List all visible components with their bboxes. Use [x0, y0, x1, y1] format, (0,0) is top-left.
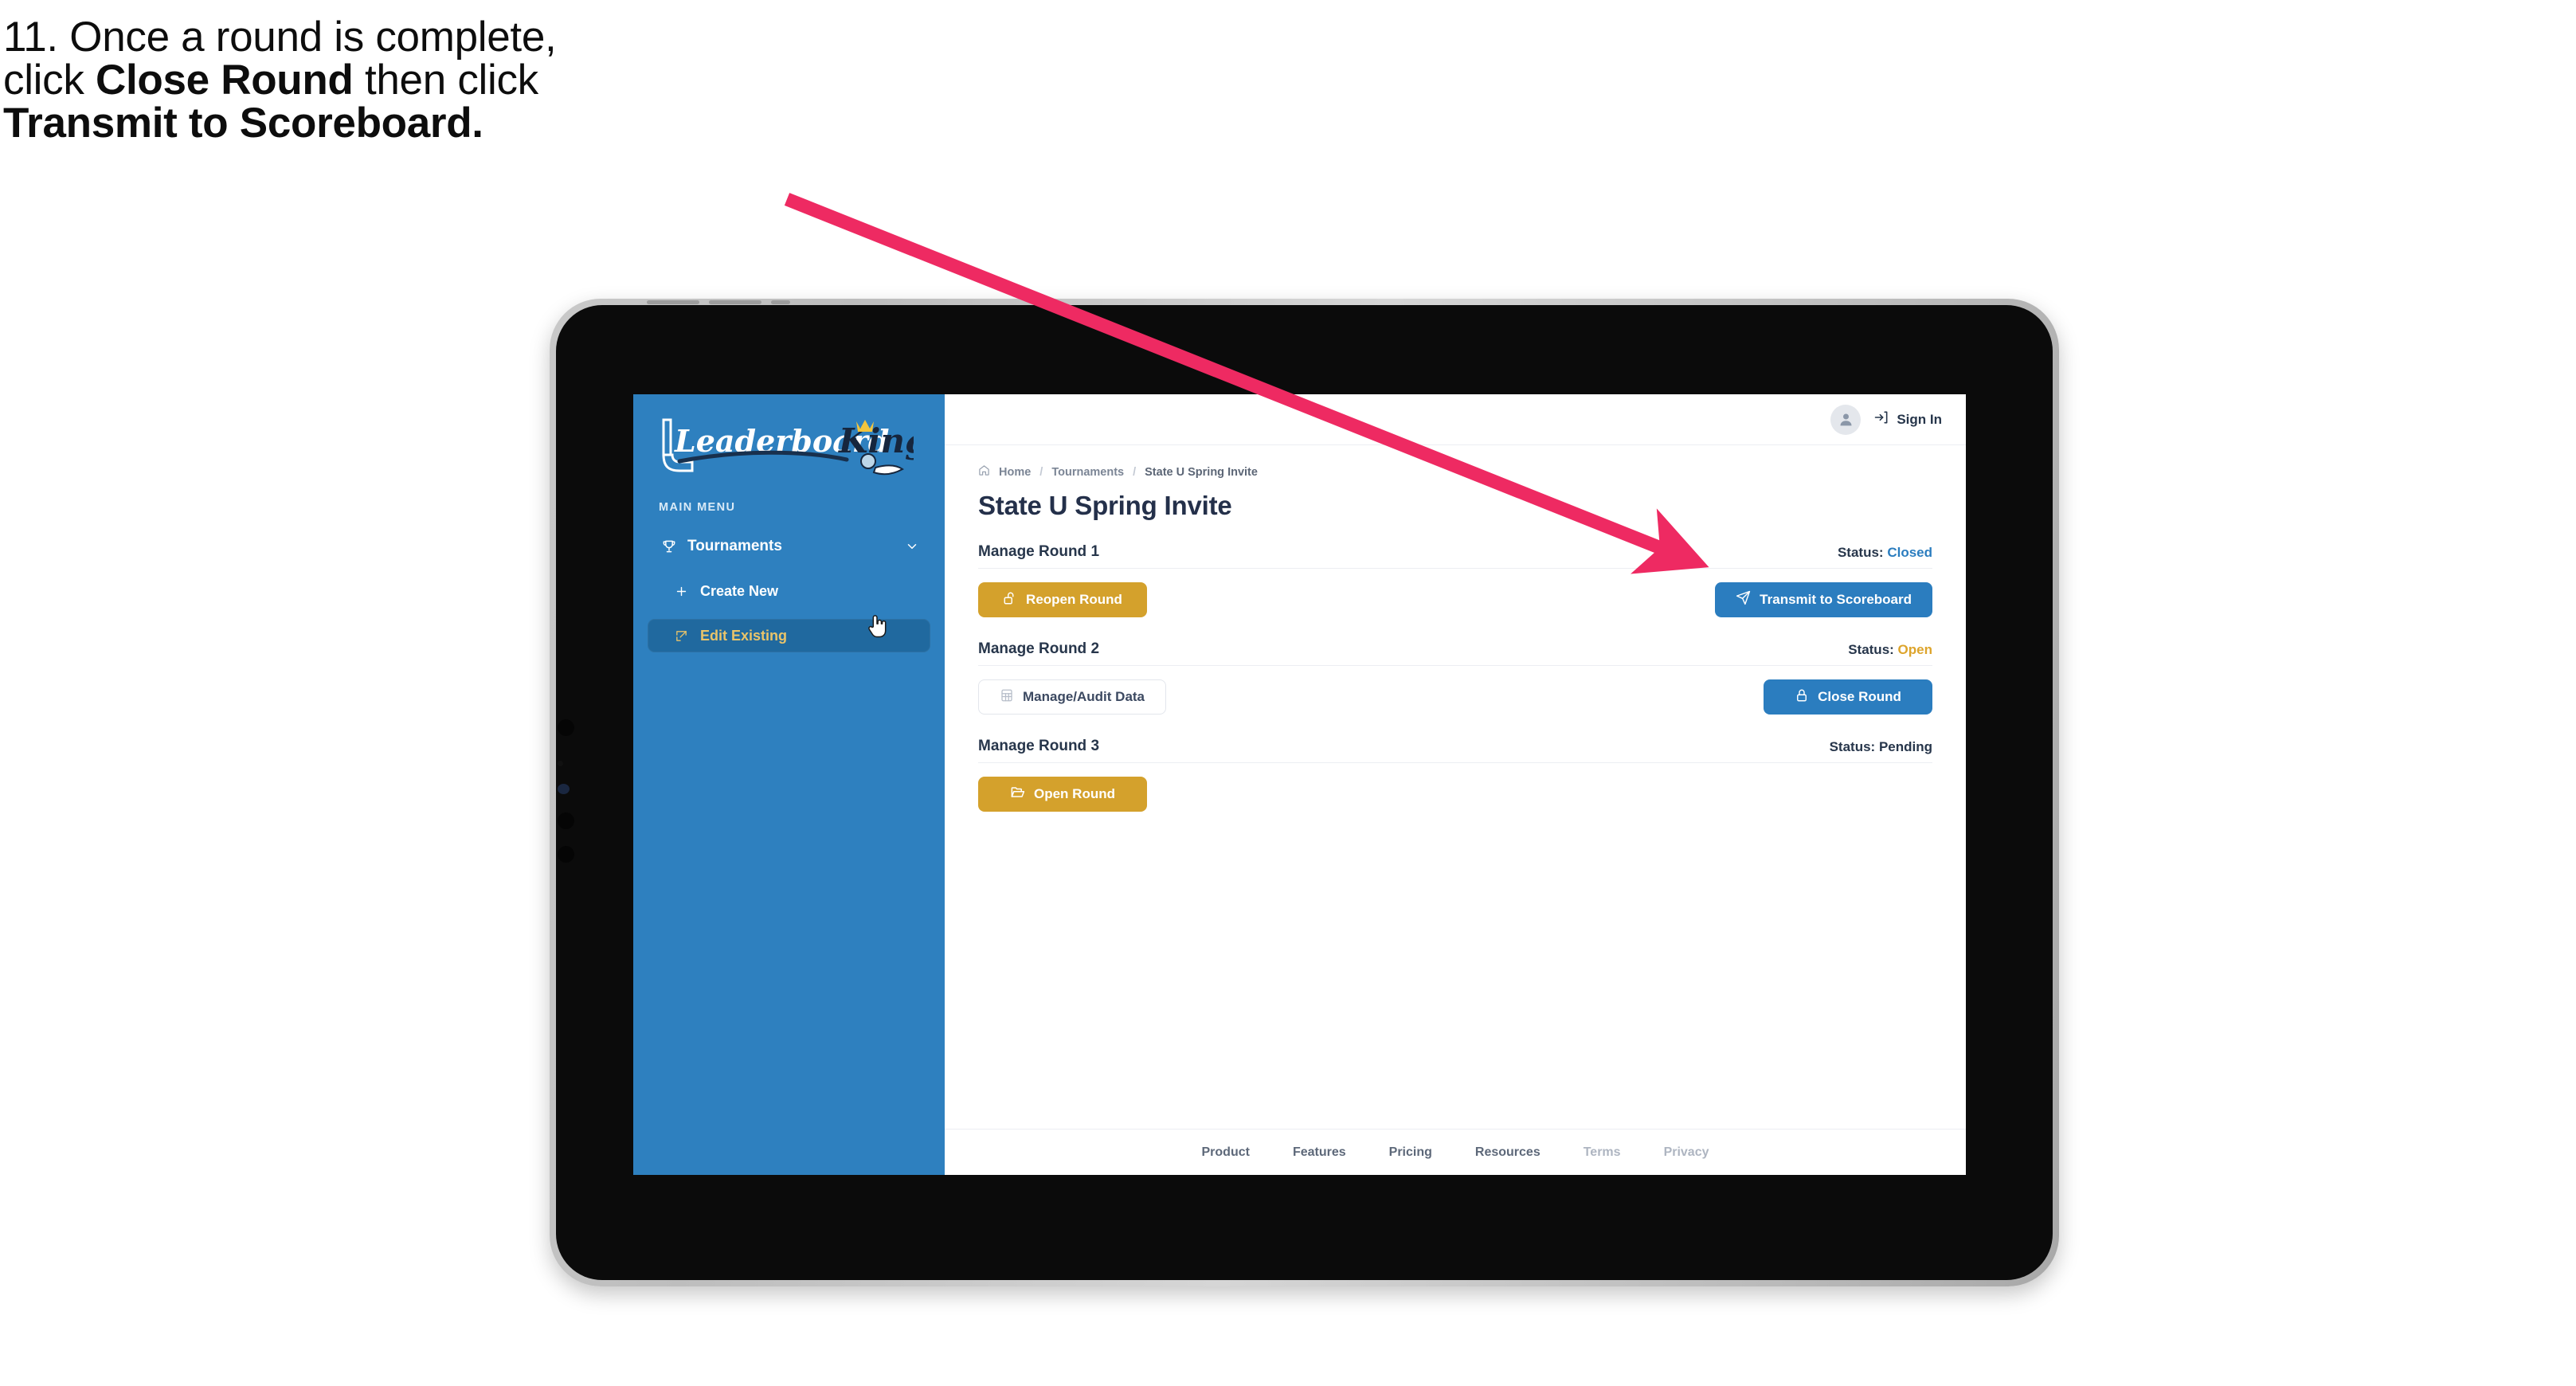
round-actions: Manage/Audit Data Close Round [978, 679, 1932, 715]
footer-link-product[interactable]: Product [1202, 1145, 1250, 1160]
breadcrumb-item-tournaments[interactable]: Tournaments [1051, 466, 1124, 479]
home-icon[interactable] [978, 464, 990, 480]
caption-line-2-post: then click [353, 57, 538, 104]
caption-line-2: click Close Round then click [3, 59, 848, 102]
round-header: Manage Round 2 Status: Open [978, 640, 1932, 666]
sidebar-item-create-new[interactable]: Create New [648, 574, 930, 608]
sidebar-item-label: Create New [700, 582, 779, 599]
sidebar-section-label: MAIN MENU [659, 501, 736, 514]
round-section-3: Manage Round 3 Status: Pending Open Roun… [978, 738, 1932, 812]
trophy-icon [659, 537, 679, 556]
leaderboard-king-logo-icon: Leaderboard King [662, 418, 914, 476]
svg-text:King: King [838, 421, 914, 460]
main-content: Sign In Home / Tournaments / State U Spr… [945, 394, 1966, 1175]
button-label: Reopen Round [1026, 592, 1122, 607]
folder-open-icon [1010, 785, 1025, 804]
plus-icon [671, 582, 691, 600]
round-status: Status: Pending [1830, 739, 1932, 755]
button-label: Open Round [1034, 786, 1115, 801]
tablet-camera-dot [558, 719, 574, 736]
sign-in-label: Sign In [1897, 411, 1942, 427]
footer-link-terms[interactable]: Terms [1584, 1145, 1621, 1160]
tablet-camera-dot [558, 812, 574, 829]
top-bar: Sign In [945, 394, 1966, 445]
tablet-sensor-dot [558, 761, 563, 766]
round-title: Manage Round 2 [978, 640, 1100, 657]
status-value: Pending [1878, 739, 1932, 754]
round-title: Manage Round 1 [978, 543, 1100, 560]
caption-line-1: 11. Once a round is complete, [3, 14, 557, 61]
tablet-speaker-slit [709, 300, 761, 304]
status-label: Status: [1829, 739, 1876, 754]
breadcrumb-separator: / [1039, 465, 1043, 479]
app-screen: Leaderboard King MAIN MENU [633, 394, 1966, 1175]
footer-link-privacy[interactable]: Privacy [1664, 1145, 1709, 1160]
sidebar-item-edit-existing[interactable]: Edit Existing [648, 619, 930, 652]
round-section-2: Manage Round 2 Status: Open Manage/Audit… [978, 640, 1932, 715]
round-header: Manage Round 1 Status: Closed [978, 543, 1932, 569]
sign-in-arrow-icon [1873, 409, 1889, 429]
edit-square-icon [671, 627, 691, 644]
footer-link-pricing[interactable]: Pricing [1389, 1145, 1432, 1160]
button-label: Transmit to Scoreboard [1760, 592, 1912, 607]
footer-link-features[interactable]: Features [1293, 1145, 1346, 1160]
tablet-speaker-slit [647, 300, 699, 304]
table-grid-icon [1000, 688, 1014, 707]
user-avatar-icon [1840, 413, 1852, 426]
reopen-round-button[interactable]: Reopen Round [978, 582, 1147, 617]
breadcrumb-separator: / [1133, 465, 1137, 479]
screenshot-canvas: 11. Once a round is complete, click Clos… [0, 0, 2576, 1386]
sidebar-item-tournaments[interactable]: Tournaments [648, 530, 930, 563]
sidebar-item-label: Tournaments [687, 538, 782, 554]
round-status: Status: Closed [1838, 545, 1932, 561]
chevron-down-icon[interactable] [905, 539, 919, 554]
button-label: Close Round [1818, 689, 1901, 704]
footer-link-resources[interactable]: Resources [1475, 1145, 1541, 1160]
status-label: Status: [1848, 642, 1894, 657]
caption-line-3-bold: Transmit to Scoreboard. [3, 100, 483, 147]
tablet-sensor-dot [558, 784, 570, 794]
status-value: Open [1897, 642, 1932, 657]
breadcrumb-item-home[interactable]: Home [999, 466, 1031, 479]
caption-line-2-pre: click [3, 57, 96, 104]
caption-line-2-bold: Close Round [95, 57, 354, 104]
sidebar: Leaderboard King MAIN MENU [633, 394, 945, 1175]
unlock-icon [1003, 591, 1017, 609]
tablet-speaker-slit [771, 300, 790, 304]
breadcrumb: Home / Tournaments / State U Spring Invi… [978, 464, 1932, 480]
round-section-1: Manage Round 1 Status: Closed Reopen Rou… [978, 543, 1932, 618]
tablet-camera-dot [558, 846, 574, 863]
footer: Product Features Pricing Resources Terms… [945, 1129, 1966, 1175]
close-round-button[interactable]: Close Round [1764, 679, 1932, 715]
page-title: State U Spring Invite [978, 491, 1232, 520]
round-title: Manage Round 3 [978, 738, 1100, 754]
paper-plane-icon [1736, 590, 1751, 609]
transmit-to-scoreboard-button[interactable]: Transmit to Scoreboard [1715, 582, 1932, 617]
page-content: Home / Tournaments / State U Spring Invi… [945, 445, 1966, 1129]
button-label: Manage/Audit Data [1023, 689, 1145, 704]
avatar[interactable] [1830, 404, 1862, 435]
status-label: Status: [1837, 545, 1884, 560]
caption-line-3: Transmit to Scoreboard. [3, 102, 848, 145]
round-header: Manage Round 3 Status: Pending [978, 738, 1932, 763]
round-actions: Open Round [978, 776, 1932, 812]
instruction-caption: 11. Once a round is complete, click Clos… [3, 14, 848, 145]
round-status: Status: Open [1848, 642, 1932, 658]
open-round-button[interactable]: Open Round [978, 777, 1147, 812]
status-value: Closed [1887, 545, 1932, 560]
sign-in-button[interactable]: Sign In [1873, 409, 1942, 429]
app-logo[interactable]: Leaderboard King [651, 415, 922, 479]
breadcrumb-item-current: State U Spring Invite [1145, 465, 1258, 479]
manage-audit-data-button[interactable]: Manage/Audit Data [978, 679, 1167, 715]
sidebar-item-label: Edit Existing [700, 627, 788, 644]
round-actions: Reopen Round Transmit to Scoreboard [978, 581, 1932, 618]
lock-icon [1795, 688, 1809, 707]
round-actions-spacer [1764, 794, 1932, 795]
